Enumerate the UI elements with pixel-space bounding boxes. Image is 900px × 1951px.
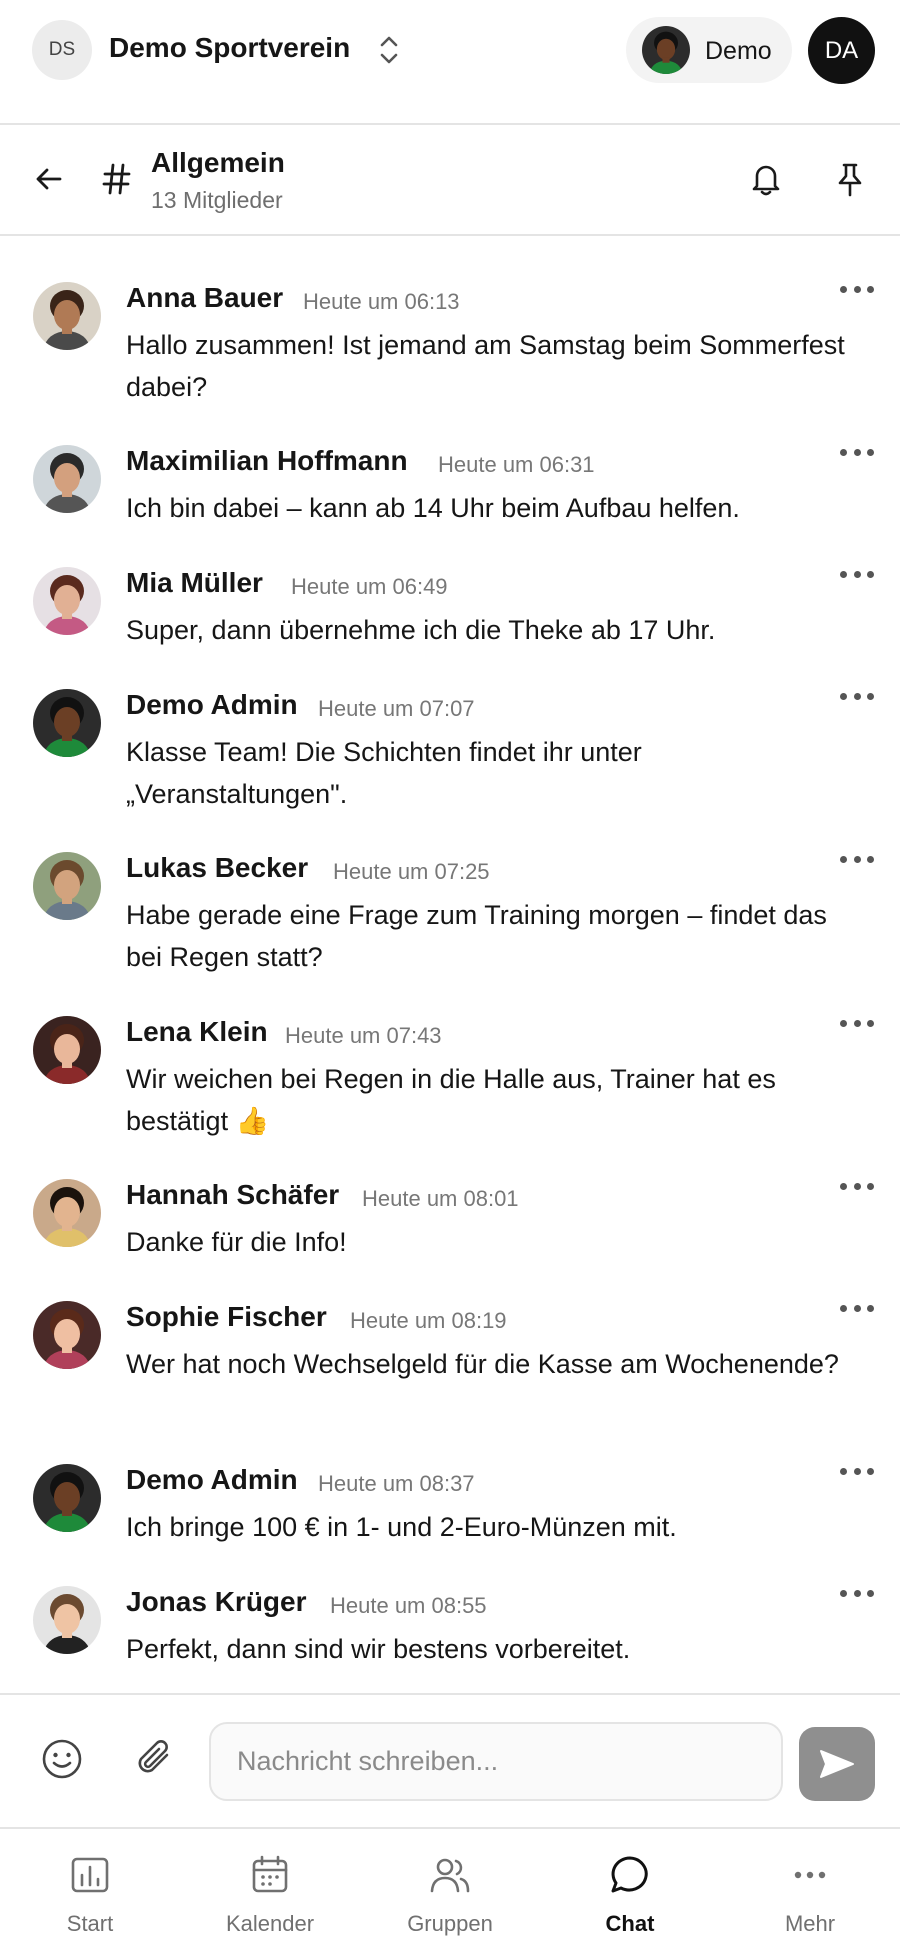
nav-item-kalender[interactable]: Kalender bbox=[190, 1829, 350, 1951]
account-avatar[interactable]: DA bbox=[808, 17, 875, 84]
nav-item-mehr[interactable]: Mehr bbox=[730, 1829, 890, 1951]
message-text: Wer hat noch Wechselgeld für die Kasse a… bbox=[126, 1349, 839, 1379]
message-time: Heute um 08:01 bbox=[362, 1186, 519, 1211]
message-author[interactable]: Demo Admin bbox=[126, 1464, 298, 1496]
avatar[interactable] bbox=[33, 1586, 101, 1654]
channel-member-count[interactable]: 13 Mitglieder bbox=[151, 187, 283, 214]
chat-bubble-icon bbox=[611, 1856, 648, 1893]
message-author[interactable]: Maximilian Hoffmann bbox=[126, 445, 408, 477]
pin-icon[interactable] bbox=[833, 161, 867, 197]
org-avatar[interactable]: DS bbox=[32, 20, 92, 80]
users-icon bbox=[430, 1858, 470, 1893]
paperclip-icon[interactable] bbox=[133, 1735, 177, 1781]
channel-title: Allgemein bbox=[151, 147, 285, 178]
avatar bbox=[642, 26, 690, 74]
dashboard-icon bbox=[71, 1857, 109, 1893]
message-text: Danke für die Info! bbox=[126, 1227, 347, 1257]
message-text: Hallo zusammen! Ist jemand am Samstag be… bbox=[126, 330, 845, 402]
message-time: Heute um 06:13 bbox=[303, 289, 460, 314]
message-author[interactable]: Sophie Fischer bbox=[126, 1301, 327, 1333]
nav-label: Kalender bbox=[225, 1911, 315, 1936]
more-options-icon[interactable] bbox=[840, 282, 874, 296]
user-pill-name: Demo bbox=[705, 37, 772, 65]
more-options-icon[interactable] bbox=[840, 1464, 874, 1478]
avatar[interactable] bbox=[33, 282, 101, 350]
message-time: Heute um 06:49 bbox=[291, 574, 448, 599]
message-author[interactable]: Lukas Becker bbox=[126, 852, 308, 884]
channel-header: Allgemein 13 Mitglieder bbox=[0, 125, 900, 236]
message-text: Klasse Team! Die Schichten findet ihr un… bbox=[126, 737, 642, 809]
message-text: Ich bringe 100 € in 1- und 2-Euro-Münzen… bbox=[126, 1512, 677, 1542]
message-author[interactable]: Anna Bauer bbox=[126, 282, 283, 314]
avatar[interactable] bbox=[33, 1464, 101, 1532]
message-time: Heute um 08:19 bbox=[350, 1308, 507, 1333]
nav-item-chat[interactable]: Chat bbox=[550, 1829, 710, 1951]
nav-label: Gruppen bbox=[407, 1911, 493, 1936]
arrow-left-icon[interactable] bbox=[32, 162, 66, 196]
send-icon bbox=[820, 1750, 854, 1778]
nav-item-start[interactable]: Start bbox=[10, 1829, 170, 1951]
nav-item-gruppen[interactable]: Gruppen bbox=[370, 1829, 530, 1951]
message-composer bbox=[0, 1693, 900, 1827]
avatar[interactable] bbox=[33, 445, 101, 513]
emoji-icon[interactable] bbox=[40, 1737, 84, 1781]
bottom-navigation: Start Kalender Gruppen Chat Mehr bbox=[0, 1827, 900, 1951]
more-options-icon[interactable] bbox=[840, 852, 874, 866]
avatar[interactable] bbox=[33, 1016, 101, 1084]
message-input[interactable] bbox=[209, 1722, 783, 1801]
more-options-icon[interactable] bbox=[840, 1179, 874, 1193]
avatar[interactable] bbox=[33, 1301, 101, 1369]
message-time: Heute um 07:43 bbox=[285, 1023, 442, 1048]
avatar[interactable] bbox=[33, 689, 101, 757]
bell-icon[interactable] bbox=[749, 161, 783, 197]
more-options-icon[interactable] bbox=[840, 1016, 874, 1030]
message-author[interactable]: Mia Müller bbox=[126, 567, 263, 599]
org-name[interactable]: Demo Sportverein bbox=[109, 32, 350, 64]
more-options-icon[interactable] bbox=[840, 445, 874, 459]
message-author[interactable]: Jonas Krüger bbox=[126, 1586, 307, 1618]
message-author[interactable]: Hannah Schäfer bbox=[126, 1179, 339, 1211]
nav-label: Chat bbox=[605, 1911, 655, 1936]
avatar[interactable] bbox=[33, 1179, 101, 1247]
message-time: Heute um 07:25 bbox=[333, 859, 490, 884]
more-options-icon[interactable] bbox=[840, 567, 874, 581]
hash-icon bbox=[102, 163, 131, 195]
message-time: Heute um 08:37 bbox=[318, 1471, 475, 1496]
message-text: Super, dann übernehme ich die Theke ab 1… bbox=[126, 615, 716, 645]
avatar[interactable] bbox=[33, 567, 101, 635]
top-bar: DS Demo Sportverein Demo DA bbox=[0, 0, 900, 125]
more-dots-icon bbox=[794, 1871, 826, 1879]
more-options-icon[interactable] bbox=[840, 1301, 874, 1315]
message-time: Heute um 06:31 bbox=[438, 452, 595, 477]
message-text: Perfekt, dann sind wir bestens vorbereit… bbox=[126, 1634, 631, 1664]
avatar[interactable] bbox=[33, 852, 101, 920]
nav-label: Start bbox=[66, 1911, 114, 1936]
message-text: Habe gerade eine Frage zum Training morg… bbox=[126, 900, 827, 972]
nav-label: Mehr bbox=[784, 1911, 836, 1936]
message-time: Heute um 08:55 bbox=[330, 1593, 487, 1618]
message-author[interactable]: Demo Admin bbox=[126, 689, 298, 721]
message-text: Wir weichen bei Regen in die Halle aus, … bbox=[126, 1064, 776, 1136]
message-time: Heute um 07:07 bbox=[318, 696, 475, 721]
send-button[interactable] bbox=[799, 1727, 875, 1801]
message-author[interactable]: Lena Klein bbox=[126, 1016, 268, 1048]
calendar-icon bbox=[252, 1855, 288, 1893]
chevron-up-down-icon[interactable] bbox=[376, 33, 402, 67]
more-options-icon[interactable] bbox=[840, 1586, 874, 1600]
more-options-icon[interactable] bbox=[840, 689, 874, 703]
user-switcher-pill[interactable]: Demo bbox=[626, 17, 792, 83]
message-text: Ich bin dabei – kann ab 14 Uhr beim Aufb… bbox=[126, 493, 740, 523]
